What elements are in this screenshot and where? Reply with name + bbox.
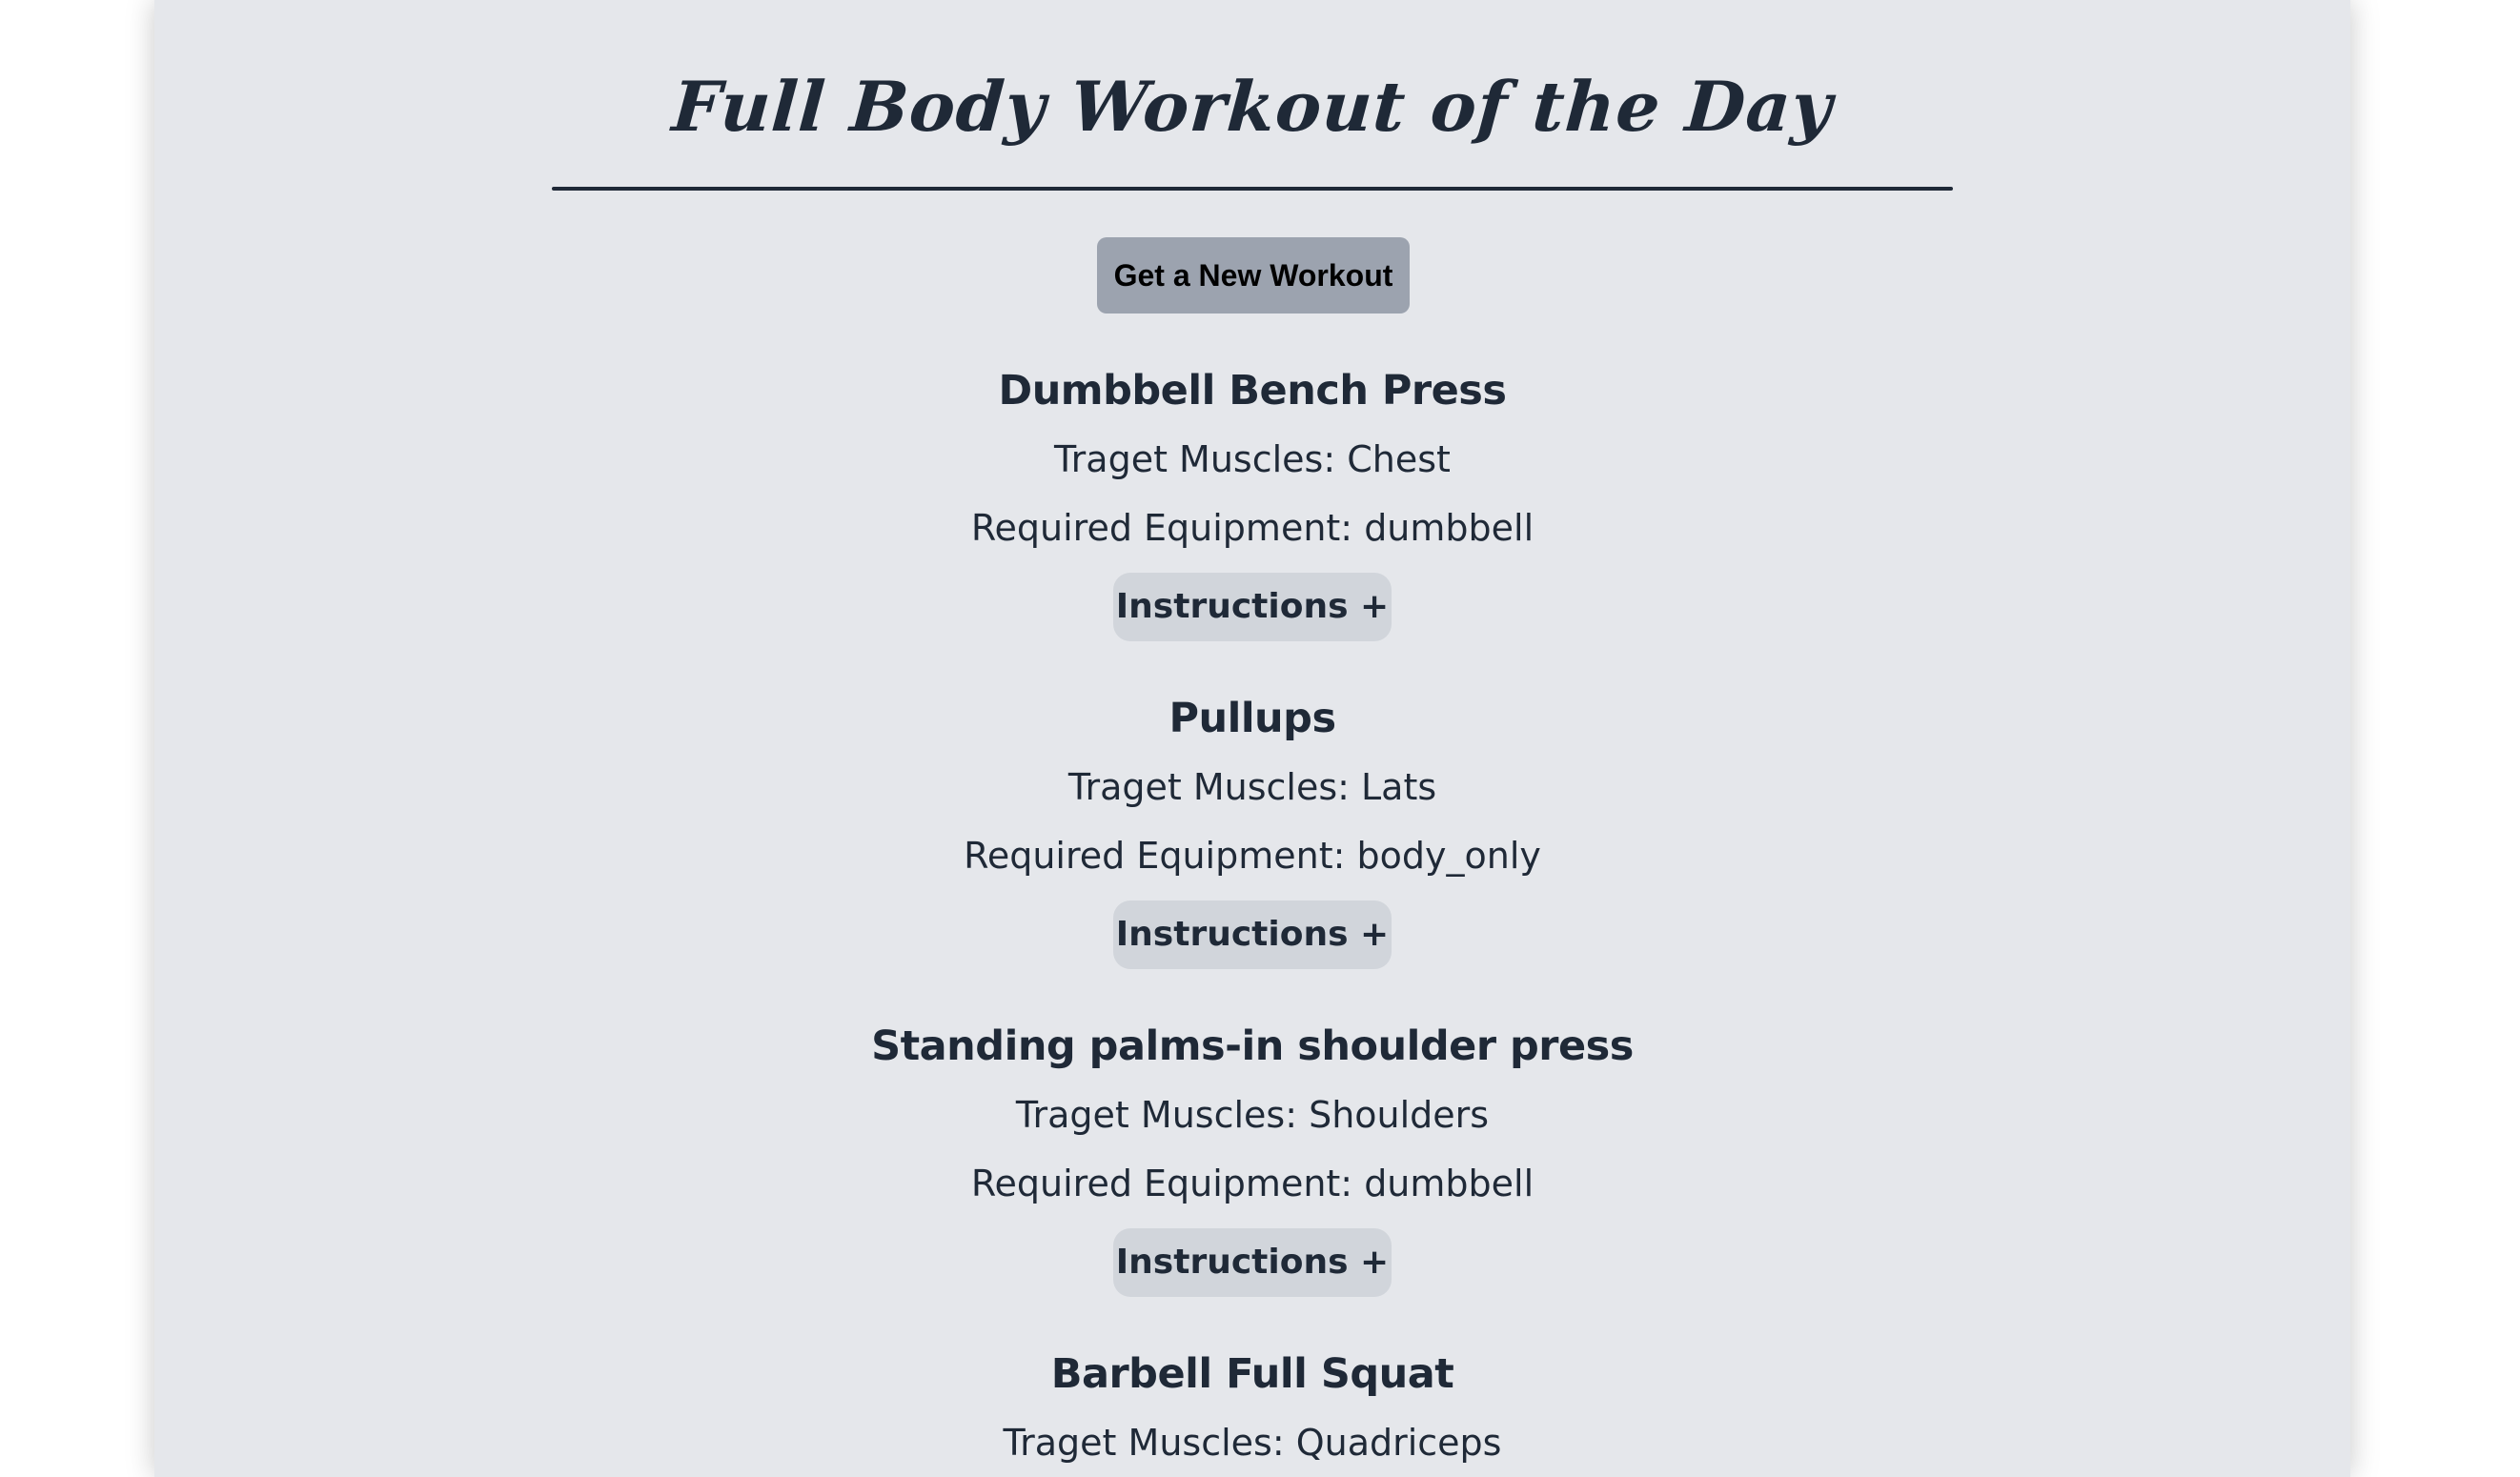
required-equipment: Required Equipment: body_only	[964, 835, 1541, 877]
exercise-name: Standing palms-in shoulder press	[871, 1022, 1634, 1070]
title-underline	[552, 187, 1953, 191]
new-workout-button[interactable]: Get a New Workout	[1097, 237, 1410, 314]
instructions-toggle-button[interactable]: Instructions +	[1113, 1228, 1392, 1297]
exercise-name: Dumbbell Bench Press	[998, 367, 1507, 415]
required-equipment: Required Equipment: dumbbell	[970, 1163, 1534, 1204]
required-equipment: Required Equipment: dumbbell	[970, 507, 1534, 549]
target-muscles: Traget Muscles: Shoulders	[1015, 1094, 1490, 1136]
instructions-toggle-button[interactable]: Instructions +	[1113, 573, 1392, 641]
target-muscles: Traget Muscles: Quadriceps	[1003, 1422, 1502, 1464]
instructions-toggle-button[interactable]: Instructions +	[1113, 900, 1392, 969]
exercise-name: Barbell Full Squat	[1050, 1350, 1454, 1398]
workout-panel: Full Body Workout of the Day Get a New W…	[154, 0, 2350, 1477]
exercise-name: Pullups	[1169, 695, 1336, 742]
target-muscles: Traget Muscles: Chest	[1054, 438, 1451, 480]
target-muscles: Traget Muscles: Lats	[1067, 766, 1437, 808]
page-title: Full Body Workout of the Day	[669, 66, 1836, 147]
